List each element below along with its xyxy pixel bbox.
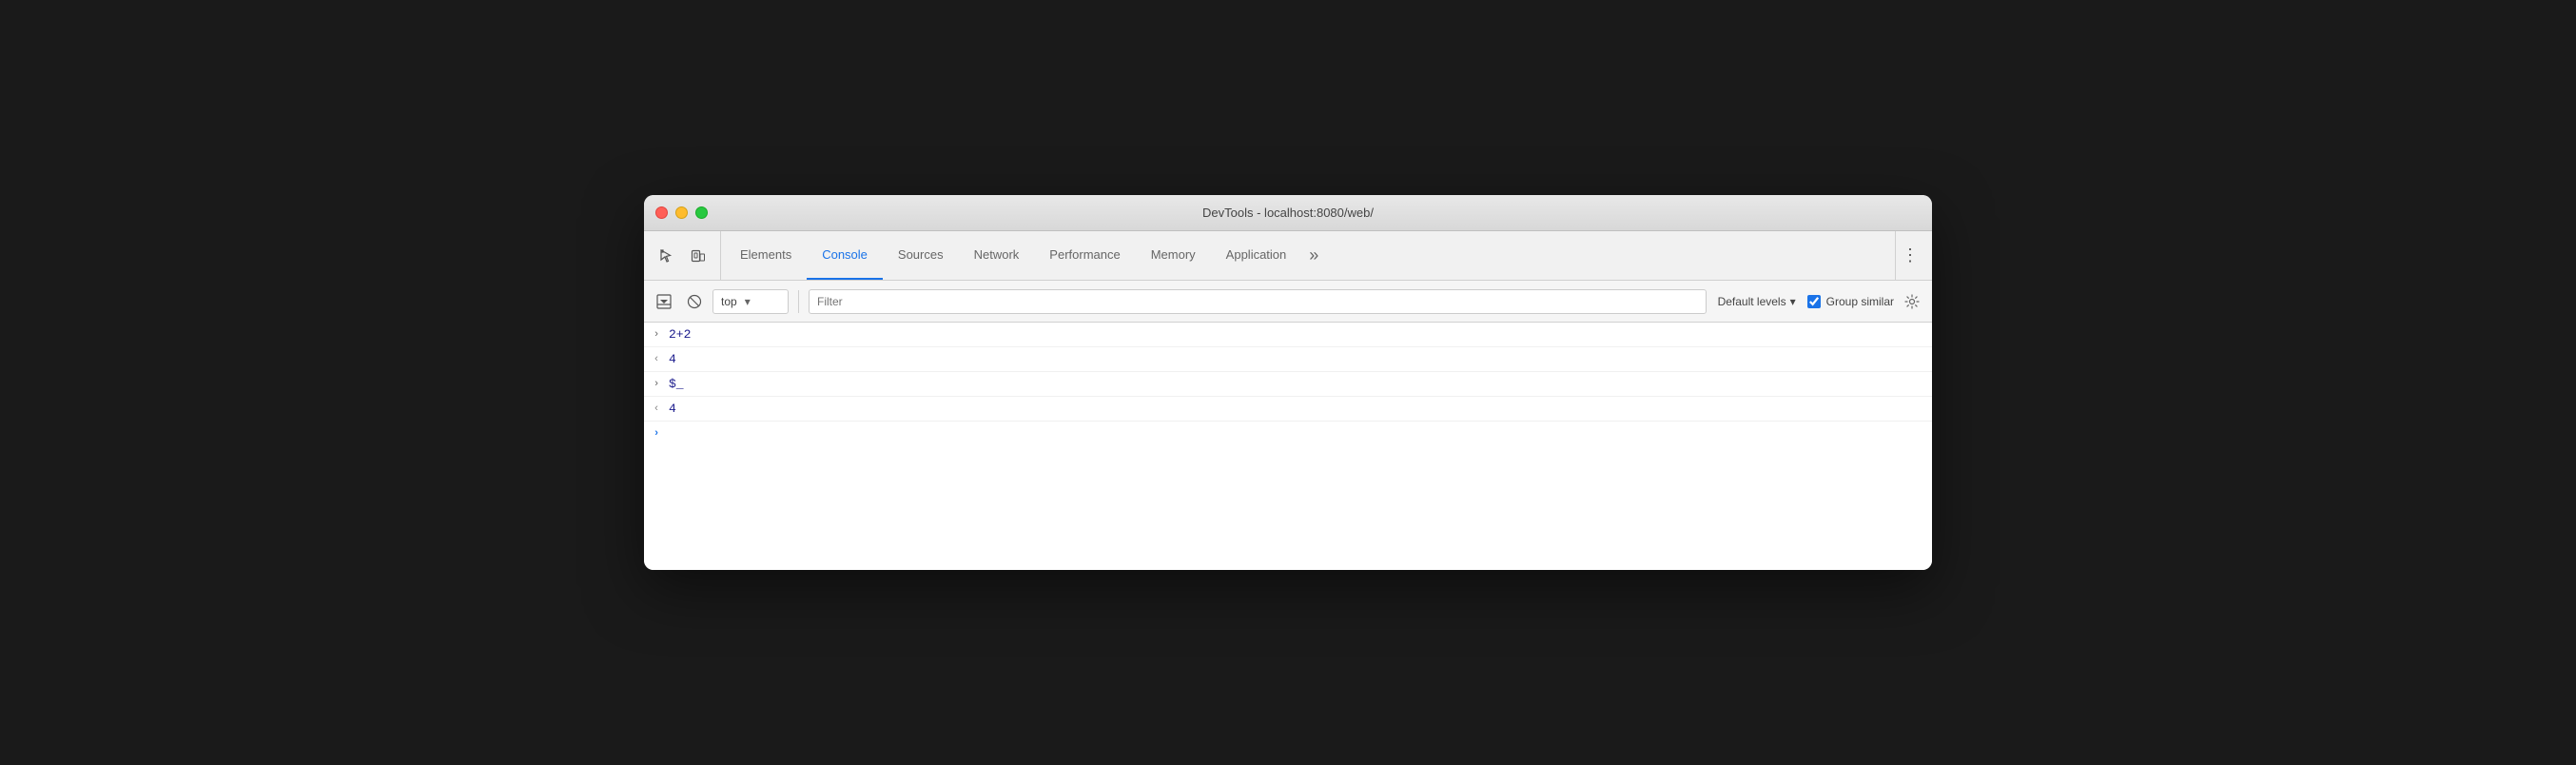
tab-memory[interactable]: Memory [1136,231,1211,280]
title-bar: DevTools - localhost:8080/web/ [644,195,1932,231]
console-prompt-row[interactable]: › [644,422,1932,445]
traffic-lights [655,206,708,219]
tab-performance[interactable]: Performance [1034,231,1135,280]
tab-console[interactable]: Console [807,231,883,280]
group-similar-checkbox[interactable] [1807,295,1821,308]
inspect-element-icon[interactable] [652,242,680,270]
console-row: › $_ [644,372,1932,397]
window-title: DevTools - localhost:8080/web/ [1202,206,1374,220]
console-prompt-input[interactable] [669,426,1924,441]
maximize-button[interactable] [695,206,708,219]
levels-dropdown-icon: ▾ [1790,295,1796,308]
context-selector[interactable]: top ▾ [712,289,789,314]
console-output: › 2+2 ‹ 4 › $_ ‹ 4 › [644,323,1932,570]
more-tabs-button[interactable]: » [1301,231,1326,280]
default-levels-button[interactable]: Default levels ▾ [1712,293,1802,310]
tab-bar: Elements Console Sources Network Perform… [644,231,1932,281]
tab-elements[interactable]: Elements [725,231,807,280]
show-console-drawer-icon[interactable] [652,289,676,314]
clear-console-icon[interactable] [682,289,707,314]
devtools-window: DevTools - localhost:8080/web/ Elements [644,195,1932,570]
console-row: › 2+2 [644,323,1932,347]
filter-input[interactable] [809,289,1707,314]
console-expression: $_ [669,377,684,391]
return-chevron: ‹ [650,403,663,415]
close-button[interactable] [655,206,668,219]
tab-sources[interactable]: Sources [883,231,959,280]
prompt-chevron: › [650,428,663,440]
minimize-button[interactable] [675,206,688,219]
tab-network[interactable]: Network [959,231,1035,280]
console-toolbar: top ▾ Default levels ▾ Group similar [644,281,1932,323]
expand-chevron[interactable]: › [650,379,663,390]
separator [798,290,799,313]
settings-icon[interactable] [1900,289,1924,314]
context-value: top [721,295,737,308]
console-expression: 2+2 [669,327,691,342]
console-row: ‹ 4 [644,397,1932,422]
console-result: 4 [669,352,676,366]
console-result: 4 [669,402,676,416]
return-chevron: ‹ [650,354,663,365]
tab-bar-right: ⋮ [1895,231,1932,280]
device-toolbar-icon[interactable] [684,242,712,270]
expand-chevron[interactable]: › [650,329,663,341]
group-similar-label[interactable]: Group similar [1807,295,1894,308]
devtools-icon-group [652,231,721,280]
tab-application[interactable]: Application [1211,231,1302,280]
console-row: ‹ 4 [644,347,1932,372]
context-dropdown-icon: ▾ [745,295,751,308]
more-options-icon[interactable]: ⋮ [1896,242,1924,270]
